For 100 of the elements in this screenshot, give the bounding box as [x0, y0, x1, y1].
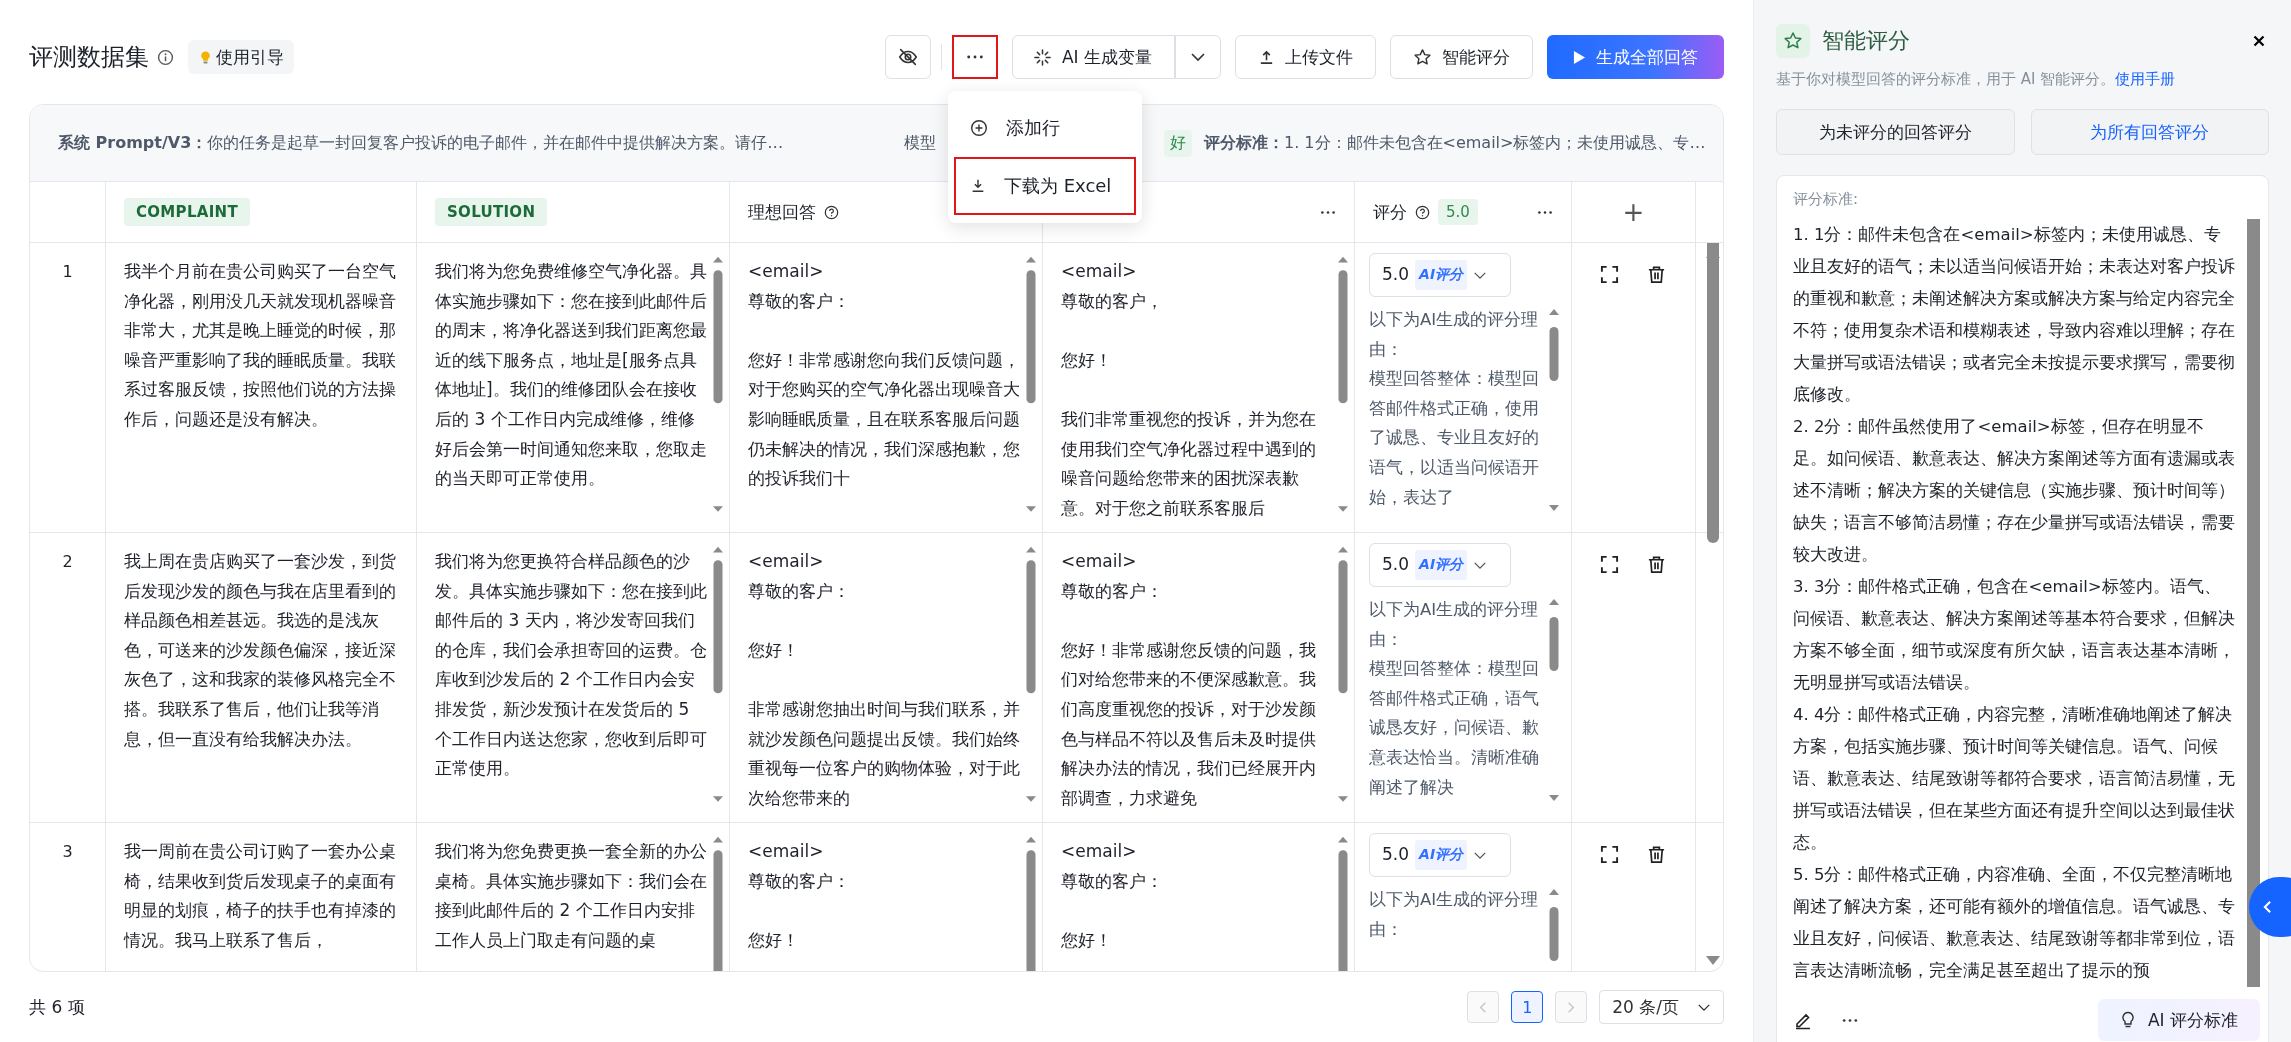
more-icon — [1841, 1017, 1859, 1023]
eye-off-icon — [896, 46, 919, 68]
score-select[interactable]: 5.0 AI评分 — [1369, 253, 1511, 297]
info-icon — [157, 48, 174, 66]
chevron-down-icon — [1473, 850, 1488, 860]
cell-text: 您好！ — [748, 928, 800, 952]
star-icon — [1413, 47, 1432, 67]
chevron-down-icon — [1473, 270, 1488, 280]
cell-text: 我上周在贵店购买了一套沙发，到货后发现沙发的颜色与我在店里看到的样品颜色相差甚远。我选的是浅灰色，可送来的沙发颜色偏深，接近深灰色了，这和我家的装修风格完全不搭。我联系了售后，他们让我等消息，但一直没有给我解决办法。 — [124, 550, 397, 751]
cell-text: <email> — [1061, 840, 1138, 863]
score-badge: 5.0 — [1438, 199, 1478, 225]
column-header: 评分 — [1373, 200, 1407, 224]
cell-text: 您好！ — [1061, 348, 1113, 372]
cell-text: 尊敬的客户： — [1061, 579, 1164, 603]
help-icon — [824, 204, 839, 220]
cell-text: 尊敬的客户： — [748, 869, 851, 893]
row-number: 1 — [30, 243, 106, 532]
generate-all-button[interactable]: 生成全部回答 — [1547, 35, 1724, 79]
criteria-heading: 评分标准: — [1793, 190, 1860, 209]
cell-text: 非常感谢您抽出时间与我们联系，并就沙发颜色问题提出反馈。我们始终重视每一位客户的购物体验，对于此次给您带来的 — [748, 697, 1020, 810]
column-header: 理想回答 — [748, 200, 816, 224]
score-reason: 模型回答整体：模型回答邮件格式正确，使用了诚恳、专业且友好的语气，以适当问候语开始，表达了 — [1369, 368, 1540, 509]
page-button[interactable]: 1 — [1511, 991, 1544, 1023]
trash-icon — [1647, 265, 1666, 284]
help-icon — [1415, 204, 1430, 220]
add-column-button[interactable]: + — [1616, 197, 1651, 227]
prompt-text: 你的任务是起草一封回复客户投诉的电子邮件，并在邮件中提供解决方案。请仔… — [207, 132, 784, 152]
more-button[interactable] — [1841, 1017, 1859, 1023]
cell-text: 我们将为您免费更换一套全新的办公桌椅。具体实施步骤如下：我们会在接到此邮件后的 2 个工作日内安排工作人员上门取走有问题的桌 — [435, 840, 707, 952]
chevron-left-icon — [1479, 1000, 1488, 1014]
play-icon — [1573, 49, 1586, 65]
cell-text: 我一周前在贵公司订购了一套办公桌椅，结果收到货后发现桌子的桌面有明显的划痕，椅子的扶手也有掉漆的情况。我马上联系了售后， — [124, 840, 397, 952]
total-count: 共 6 项 — [29, 995, 85, 1019]
cell-text: 您好！ — [1061, 928, 1113, 952]
trash-icon — [1647, 555, 1666, 574]
guide-button[interactable]: 使用引导 — [188, 40, 294, 74]
menu-item[interactable]: 添加行 — [953, 99, 1136, 157]
cell-text: 尊敬的客户： — [1061, 869, 1164, 893]
more-icon — [965, 54, 984, 60]
more-icon[interactable] — [1320, 209, 1336, 215]
close-icon — [2253, 35, 2265, 47]
cell-text: 我们将为您更换符合样品颜色的沙发。具体实施步骤如下：您在接到此邮件后的 3 天内，将沙发寄回我们的仓库，我们会承担寄回的运费。仓库收到沙发后的 2 个工作日内会安排发货，新沙发预计在发货后的 5 个工作日内送达您家，您收到后即可正常使用。 — [435, 550, 707, 781]
row-number: 2 — [30, 533, 106, 822]
score-select[interactable]: 5.0 AI评分 — [1369, 543, 1511, 587]
panel-title: 智能评分 — [1822, 27, 1910, 55]
score-reason: 以下为AI生成的评分理由： — [1369, 599, 1540, 651]
page-title: 评测数据集 — [29, 42, 149, 73]
criteria-item: 1. 1分：邮件未包含在<email>标签内；未使用诚恳、专业且友好的语气；未以适当问候语开始；未表达对客户投诉的重视和歉意；未阐述解决方案或解决方案与给定内容完全不符；使用复杂术语和模糊表述，导致内容难以理解；存在大量拼写或语法错误；或者完全未按提示要求撰写，需要彻底修改。 — [1793, 224, 2236, 406]
chevron-down-icon — [1190, 52, 1206, 62]
generate-variables-button[interactable]: AI 生成变量 — [1011, 35, 1175, 79]
cell-text: 您好！ — [748, 638, 800, 662]
cell-text: <email> — [748, 260, 825, 283]
cell-text: 我们非常重视您的投诉，并为您在使用我们空气净化器过程中遇到的噪音问题给您带来的困扰深表歉意。对于您之前联系客服后 — [1061, 407, 1317, 520]
cell-text: <email> — [748, 550, 825, 573]
chevron-right-icon — [1567, 1000, 1576, 1014]
bulb-icon — [198, 48, 213, 66]
cell-text: <email> — [1061, 550, 1138, 573]
trash-icon — [1647, 845, 1666, 864]
more-icon[interactable] — [1537, 209, 1553, 215]
cell-text: 尊敬的客户： — [748, 579, 851, 603]
criteria-label: 评分标准： — [1204, 132, 1284, 152]
criteria-item: 2. 2分：邮件虽然使用了<email>标签，但存在明显不足。如问候语、歉意表达、解决方案阐述等方面有遗漏或表述不清晰；解决方案的关键信息（实施步骤、预计时间等）缺失；语言不够简洁易懂；存在少量拼写或语法错误，需要较大改进。 — [1793, 416, 2236, 566]
criteria-item: 5. 5分：邮件格式正确，内容准确、全面，不仅完整清晰地阐述了解决方案，还可能有额外的增值信息。语气诚恳、专业且友好，问候语、歉意表达、结尾致谢等都非常到位，语言表达清晰流畅，完全满足甚至超出了提示的预 — [1793, 864, 2236, 982]
expand-icon — [1600, 845, 1619, 864]
criteria-item: 3. 3分：邮件格式正确，包含在<email>标签内。语气、问候语、歉意表达、解决方案阐述等基本符合要求，但解决方案不够全面，细节或深度有所欠缺，语言表达基本清晰，无明显拼写或语法错误。 — [1793, 576, 2236, 694]
sparkle-icon — [1032, 47, 1052, 67]
score-reason: 以下为AI生成的评分理由： — [1369, 309, 1540, 361]
cell-text: 我们将为您免费维修空气净化器。具体实施步骤如下：您在接到此邮件后的周末，将净化器送到我们距离您最近的线下服务点，地址是[服务点具体地址]。我们的维修团队会在接收后的 3 个工作日内完成维修，维修好后会第一时间通知您来取，您取走的当天即可正常使用。 — [435, 260, 707, 491]
panel-description: 基于你对模型回答的评分标准，用于 AI 智能评分。 — [1776, 70, 2116, 88]
score-button[interactable]: 为所有回答评分 — [2030, 109, 2269, 155]
variable-tag: COMPLAINT — [124, 198, 250, 226]
smart-score-button[interactable]: 智能评分 — [1390, 35, 1533, 79]
cell-text: <email> — [1061, 260, 1138, 283]
expand-icon — [1600, 555, 1619, 574]
visibility-button[interactable] — [884, 35, 931, 79]
score-button[interactable]: 为未评分的回答评分 — [1776, 109, 2015, 155]
model-tag: 好 — [1164, 129, 1192, 157]
chevron-left-icon — [2263, 900, 2272, 914]
cell-text: 您好！非常感谢您反馈的问题，我们对给您带来的不便深感歉意。我们高度重视您的投诉，对于沙发颜色与样品不符以及售后未及时提供解决办法的情况，我们已经展开内部调查，力求避免 — [1061, 638, 1317, 810]
score-reason: 以下为AI生成的评分理由： — [1369, 889, 1540, 941]
score-select[interactable]: 5.0 AI评分 — [1369, 833, 1511, 877]
cell-text: 您好！非常感谢您向我们反馈问题，对于您购买的空气净化器出现噪音大影响睡眠质量，且在联系客服后问题仍未解决的情况，我们深感抱歉，您的投诉我们十 — [748, 348, 1020, 491]
expand-icon — [1600, 265, 1619, 284]
score-reason: 模型回答整体：模型回答邮件格式正确，语气诚恳友好，问候语、歉意表达恰当。清晰准确阐述了解决 — [1369, 658, 1540, 799]
upload-button[interactable]: 上传文件 — [1235, 35, 1376, 79]
cell-text: 我半个月前在贵公司购买了一台空气净化器，刚用没几天就发现机器噪音非常大，尤其是晚上睡觉的时候，那噪音严重影响了我的睡眠质量。我联系过客服反馈，按照他们说的方法操作后，问题还是没有解决。 — [124, 260, 397, 431]
prompt-label: 系统 Prompt/V3： — [58, 132, 208, 152]
page-size-select[interactable]: 20 条/页 — [1599, 990, 1724, 1024]
chevron-down-icon — [1473, 560, 1488, 570]
scrollbar[interactable] — [2247, 219, 2260, 987]
ai-criteria-button[interactable]: AI 评分标准 — [2097, 999, 2260, 1041]
row-number: 3 — [30, 823, 106, 971]
criteria-text: 1. 1分：邮件未包含在<email>标签内；未使用诚恳、专… — [1284, 132, 1706, 152]
criteria-item: 4. 4分：邮件格式正确，内容完整，清晰准确地阐述了解决方案，包括实施步骤、预计时间等关键信息。语气、问候语、歉意表达、结尾致谢等都符合要求，语言简洁易懂，无拼写或语法错误，但在某些方面还有提升空间以达到最佳状态。 — [1793, 704, 2236, 854]
upload-icon — [1258, 48, 1275, 66]
cell-text: 尊敬的客户： — [748, 289, 851, 313]
manual-link[interactable]: 使用手册 — [2115, 70, 2176, 88]
model-label: 模型 — [904, 132, 936, 154]
dropdown-toggle[interactable] — [1175, 35, 1221, 79]
menu-item[interactable]: 下载为 Excel — [953, 157, 1136, 215]
